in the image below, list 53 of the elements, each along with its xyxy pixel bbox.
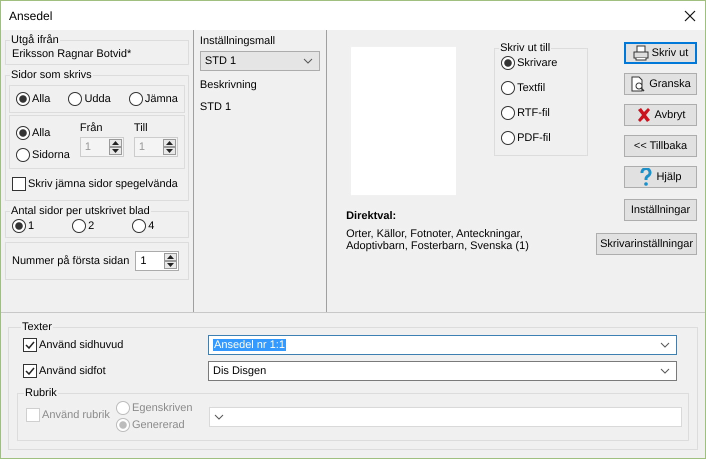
radio-button[interactable]: Sidorna: [16, 148, 70, 162]
checkbox[interactable]: Använd sidfot: [23, 364, 208, 378]
action-button[interactable]: Hjälp: [624, 166, 697, 188]
field-label: Inställningsmall: [200, 35, 276, 47]
spin-arrows-icon: [108, 139, 122, 155]
radio-button[interactable]: 1: [12, 219, 34, 233]
person-name: Eriksson Ragnar Botvid*: [12, 48, 132, 60]
radio-button[interactable]: Textfil: [501, 81, 582, 95]
action-button[interactable]: Skrivarinställningar: [596, 233, 697, 255]
action-button[interactable]: Avbryt: [624, 104, 697, 126]
group-label: Texter: [21, 321, 53, 333]
template-dropdown[interactable]: STD 1: [200, 51, 320, 71]
selection-summary: Orter, Källor, Fotnoter, Anteckningar, Adoptivbarn, Fosterbarn, Svenska (1): [346, 228, 530, 252]
spin-arrows-icon: [164, 253, 178, 269]
field-label: Nummer på första sidan: [12, 255, 130, 267]
number-spinner[interactable]: 1: [135, 251, 180, 271]
radio-button[interactable]: PDF-fil: [501, 131, 582, 145]
action-button[interactable]: << Tillbaka: [624, 135, 697, 157]
chevron-down-icon: [214, 414, 224, 420]
group-label: Utgå ifrån: [10, 34, 60, 46]
description-text: STD 1: [200, 101, 232, 113]
chevron-down-icon: [660, 368, 670, 374]
action-button[interactable]: Granska: [624, 73, 697, 95]
checkbox[interactable]: Skriv jämna sidor spegelvända: [12, 177, 178, 191]
radio-button[interactable]: Alla: [16, 126, 70, 140]
radio-button[interactable]: Skrivare: [501, 56, 582, 70]
field-label: Från: [80, 122, 104, 134]
section-heading: Direktval:: [346, 210, 398, 222]
radio-button[interactable]: Alla: [16, 92, 50, 106]
cross-icon: [636, 107, 652, 123]
radio-button[interactable]: RTF-fil: [501, 106, 582, 120]
group-label: Rubrik: [24, 387, 58, 399]
spin-arrows-icon: [162, 139, 176, 155]
chevron-down-icon: [303, 58, 314, 64]
text-dropdown[interactable]: Dis Disgen: [208, 361, 677, 381]
radio-button[interactable]: 2: [72, 219, 94, 233]
page-magnifier-icon: [630, 76, 646, 92]
radio-button[interactable]: Udda: [68, 92, 111, 106]
field-label: Till: [134, 122, 149, 134]
action-button[interactable]: Skriv ut: [624, 42, 697, 64]
close-icon[interactable]: [683, 8, 697, 22]
group-label: Antal sidor per utskrivet blad: [10, 205, 151, 217]
field-label: Beskrivning: [200, 79, 258, 91]
window-title: Ansedel: [9, 8, 52, 22]
question-mark-icon: [639, 168, 654, 186]
chevron-down-icon: [660, 342, 670, 348]
group-label: Skriv ut till: [499, 42, 552, 54]
group-label: Sidor som skrivs: [10, 69, 93, 81]
radio-button[interactable]: 4: [132, 219, 154, 233]
printer-icon: [632, 45, 649, 61]
checkbox[interactable]: Använd sidhuvud: [23, 338, 208, 352]
radio-button[interactable]: Jämna: [128, 92, 178, 106]
action-button[interactable]: Inställningar: [624, 199, 697, 221]
